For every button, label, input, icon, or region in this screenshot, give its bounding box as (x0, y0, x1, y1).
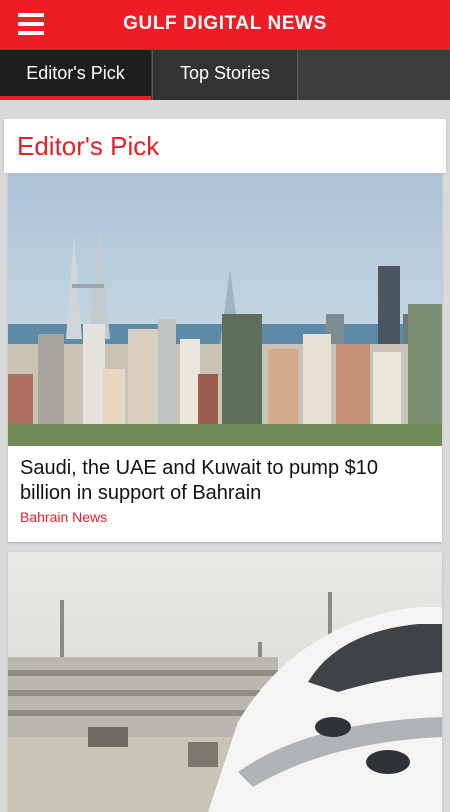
article-category[interactable]: Bahrain News (20, 509, 107, 525)
section-title: Editor's Pick (17, 131, 160, 161)
tab-top-stories[interactable]: Top Stories (152, 50, 298, 100)
app-title: GULF DIGITAL NEWS (123, 13, 327, 34)
tab-bar: Editor's Pick Top Stories (0, 50, 450, 100)
app-bar: GULF DIGITAL NEWS (0, 0, 450, 50)
city-skyline-photo (8, 174, 442, 446)
high-speed-train-photo (8, 552, 442, 812)
content-area[interactable]: Editor's Pick Saudi, the UAE and Kuwait … (0, 100, 450, 812)
section-header: Editor's Pick (4, 119, 446, 173)
article-headline[interactable]: Saudi, the UAE and Kuwait to pump $10 bi… (20, 456, 430, 506)
tab-editors-pick[interactable]: Editor's Pick (0, 50, 151, 100)
article-card[interactable] (8, 552, 442, 812)
article-card[interactable]: Saudi, the UAE and Kuwait to pump $10 bi… (8, 174, 442, 542)
